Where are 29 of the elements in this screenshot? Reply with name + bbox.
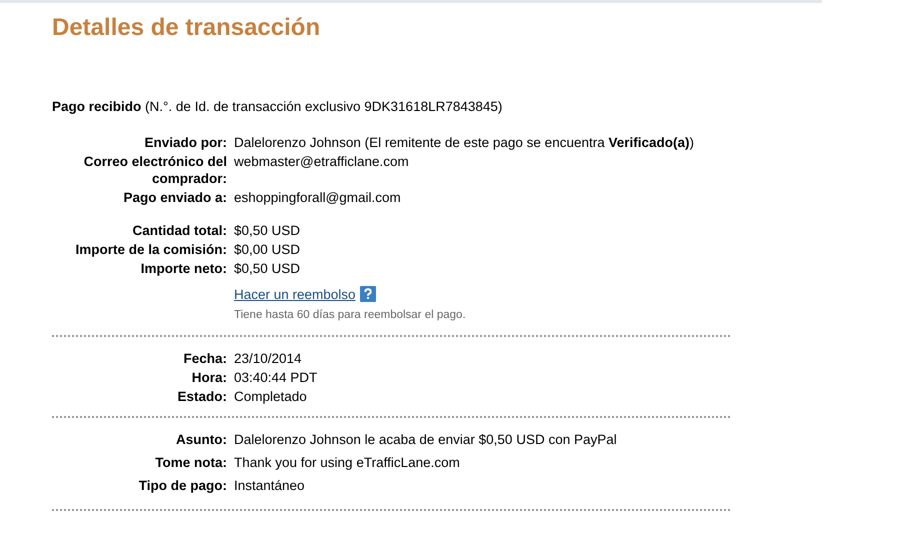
field-value: Thank you for using eTrafficLane.com xyxy=(234,454,460,471)
field-value: eshoppingforall@gmail.com xyxy=(234,188,401,206)
refund-link[interactable]: Hacer un reembolso xyxy=(234,286,356,303)
field-label: Importe de la comisión: xyxy=(74,240,227,258)
field-label: Estado: xyxy=(176,388,227,405)
field-value: Dalelorenzo Johnson (El remitente de este pago se encuentra Verificado(a)) xyxy=(234,134,694,151)
help-icon[interactable] xyxy=(360,286,376,302)
field-value: Instantáneo xyxy=(234,476,305,494)
field-value: webmaster@etrafficlane.com xyxy=(234,152,409,171)
field-label: Enviado por: xyxy=(143,134,227,151)
hint-text: Tiene hasta 60 días para reembolsar el pago. xyxy=(234,308,466,323)
field-value: Dalelorenzo Johnson le acaba de enviar $0,50 USD con PayPal xyxy=(234,430,617,448)
field-label: Asunto: xyxy=(175,430,227,448)
field-label: Importe neto: xyxy=(140,260,227,277)
field-label: Pago enviado a: xyxy=(122,188,227,206)
field-label: Correo electrónico del comprador: xyxy=(82,152,227,187)
field-label: Tipo de pago: xyxy=(138,476,227,494)
field-value: 23/10/2014 xyxy=(234,350,302,367)
field-value: Completado xyxy=(234,388,307,405)
field-value: $0,50 USD xyxy=(234,222,300,239)
field-value: $0,00 USD xyxy=(234,240,300,258)
transaction-header: Pago recibido (N.°. de Id. de transacción exclusivo 9DK31618LR7843845) xyxy=(52,98,504,116)
field-label: Hora: xyxy=(190,368,227,386)
field-label: Cantidad total: xyxy=(132,222,227,239)
field-value: $0,50 USD xyxy=(234,260,300,277)
field-label: Fecha: xyxy=(182,350,227,367)
page-title: Detalles de transacción xyxy=(52,15,322,42)
field-label: Tome nota: xyxy=(154,454,227,471)
field-value: 03:40:44 PDT xyxy=(234,368,318,386)
